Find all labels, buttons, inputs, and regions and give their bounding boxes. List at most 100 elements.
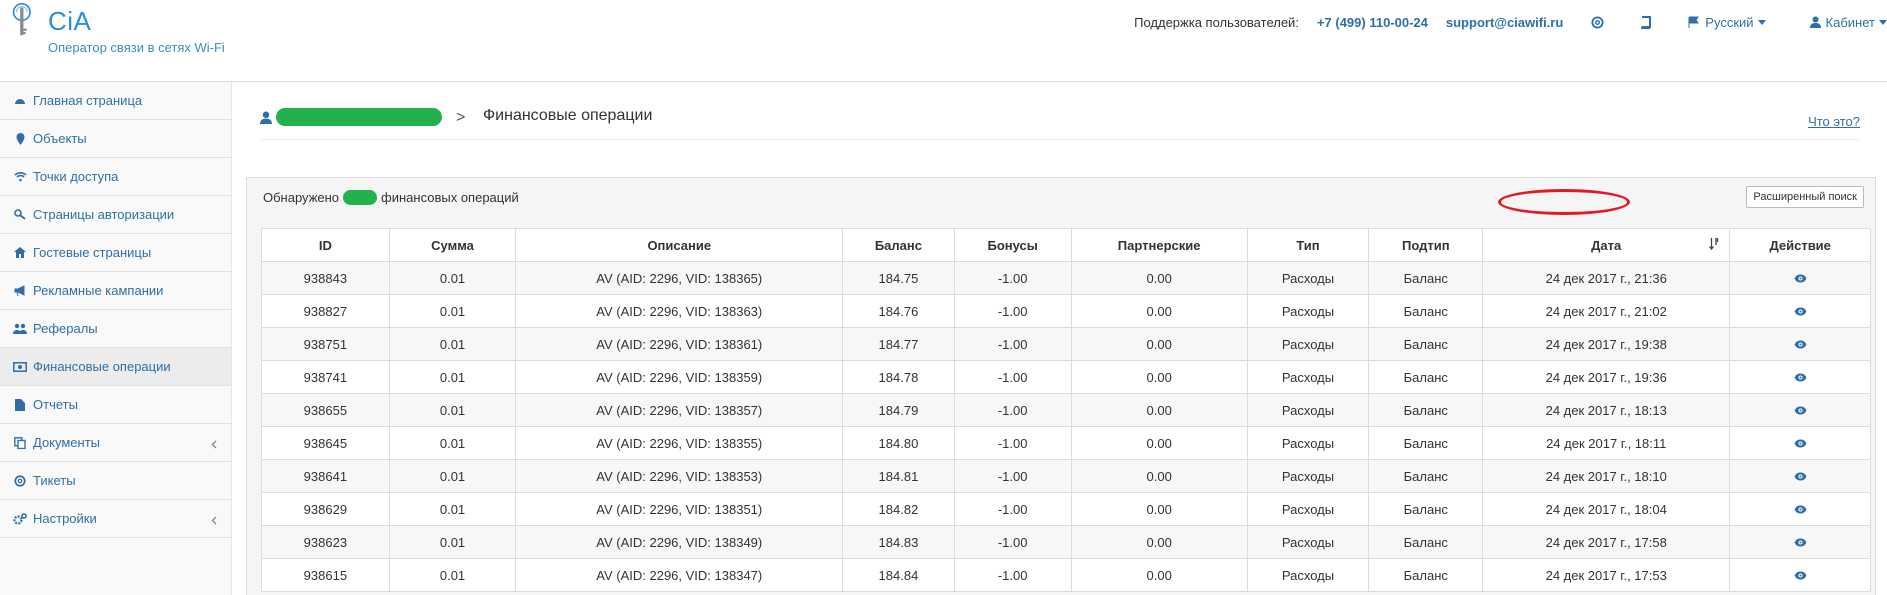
view-eye-icon[interactable] [1794, 505, 1807, 514]
bullhorn-icon [13, 284, 27, 298]
home-icon [13, 246, 27, 260]
table-cell: Расходы [1246, 393, 1370, 427]
table-row: 938615 0.01 AV (AID: 2296, VID: 138347) 184… [261, 558, 1871, 592]
table-cell: -1.00 [953, 492, 1072, 526]
table-cell: 0.00 [1070, 426, 1248, 460]
table-cell: -1.00 [953, 261, 1072, 295]
language-dropdown[interactable]: Русский [1688, 14, 1766, 30]
breadcrumb-user[interactable] [260, 108, 442, 126]
table-cell: 0.01 [388, 360, 517, 394]
table-cell: AV (AID: 2296, VID: 138365) [515, 261, 844, 295]
table-cell: Баланс [1368, 558, 1484, 592]
table-cell: 0.00 [1070, 558, 1248, 592]
sidebar-item-label: Отчеты [33, 397, 78, 412]
wifi-key-logo-icon [12, 3, 31, 36]
action-cell [1729, 261, 1871, 295]
money-icon [13, 360, 27, 374]
advanced-search-button[interactable]: Расширенный поиск [1746, 186, 1864, 208]
view-eye-icon[interactable] [1794, 406, 1807, 415]
table-row: 938645 0.01 AV (AID: 2296, VID: 138355) 184… [261, 426, 1871, 460]
table-cell: Баланс [1368, 327, 1484, 361]
column-header-label: Партнерские [1117, 237, 1201, 253]
language-label: Русский [1705, 14, 1754, 30]
what-is-this-link[interactable]: Что это? [1808, 114, 1860, 129]
table-cell: 24 дек 2017 г., 17:53 [1482, 558, 1731, 592]
table-row: 938655 0.01 AV (AID: 2296, VID: 138357) 184… [261, 393, 1871, 427]
table-cell: AV (AID: 2296, VID: 138351) [515, 492, 844, 526]
sidebar-item-lifebuoy[interactable]: Тикеты [0, 462, 231, 500]
table-cell: AV (AID: 2296, VID: 138363) [515, 294, 844, 328]
panel-header: Обнаружено финансовых операций Расширенн… [247, 178, 1875, 218]
chevron-left-icon[interactable] [211, 437, 217, 452]
column-header-label: Бонусы [987, 237, 1038, 253]
help-lifebuoy-icon[interactable] [1591, 15, 1604, 29]
table-row: 938641 0.01 AV (AID: 2296, VID: 138353) 184… [261, 459, 1871, 493]
sidebar-item-money[interactable]: Финансовые операции [0, 348, 231, 386]
table-cell: 24 дек 2017 г., 18:04 [1482, 492, 1731, 526]
action-cell [1729, 393, 1871, 427]
table-cell: 938741 [261, 360, 390, 394]
table-cell: 24 дек 2017 г., 19:36 [1482, 360, 1731, 394]
table-cell: Баланс [1368, 294, 1484, 328]
table-cell: Баланс [1368, 393, 1484, 427]
view-eye-icon[interactable] [1794, 571, 1807, 580]
table-cell: 0.00 [1070, 327, 1248, 361]
view-eye-icon[interactable] [1794, 538, 1807, 547]
sidebar-item-map-marker[interactable]: Объекты [0, 120, 231, 158]
brand-name: CiA [48, 6, 92, 36]
action-cell [1729, 294, 1871, 328]
operations-panel: Обнаружено финансовых операций Расширенн… [246, 177, 1876, 595]
sidebar-item-key[interactable]: Страницы авторизации [0, 196, 231, 234]
sidebar-item-file[interactable]: Отчеты [0, 386, 231, 424]
view-eye-icon[interactable] [1794, 439, 1807, 448]
column-header-label: Действие [1769, 237, 1831, 253]
redacted-username [276, 108, 442, 126]
sidebar-item-bullhorn[interactable]: Рекламные кампании [0, 272, 231, 310]
sidebar-item-label: Гостевые страницы [33, 245, 152, 260]
table-cell: 184.80 [842, 426, 955, 460]
table-cell: Расходы [1246, 294, 1370, 328]
cabinet-dropdown[interactable]: Кабинет [1809, 15, 1887, 30]
table-cell: 0.01 [388, 294, 517, 328]
table-cell: 0.00 [1070, 360, 1248, 394]
logo[interactable]: CiA Оператор связи в сетях Wi-Fi [0, 0, 240, 82]
redacted-count [343, 190, 378, 205]
view-eye-icon[interactable] [1794, 472, 1807, 481]
chevron-left-icon[interactable] [211, 513, 217, 528]
sort-icon[interactable] [1709, 237, 1719, 253]
sidebar-item-dashboard[interactable]: Главная страница [0, 82, 231, 120]
breadcrumb: > Финансовые операции Что это? [260, 104, 1860, 140]
table-cell: 184.76 [842, 294, 955, 328]
table-cell: 938623 [261, 525, 390, 559]
view-eye-icon[interactable] [1794, 274, 1807, 283]
column-header-label: Сумма [431, 237, 474, 253]
table-cell: Баланс [1368, 525, 1484, 559]
breadcrumb-separator: > [456, 109, 466, 126]
sidebar-item-wifi[interactable]: Точки доступа [0, 158, 231, 196]
view-eye-icon[interactable] [1794, 373, 1807, 382]
support-phone-link[interactable]: +7 (499) 110-00-24 [1317, 15, 1428, 30]
key-icon [13, 208, 27, 222]
table-cell: 0.01 [388, 393, 517, 427]
table-cell: Баланс [1368, 426, 1484, 460]
user-icon [260, 111, 272, 124]
wifi-icon [13, 170, 27, 184]
sidebar-item-cogs[interactable]: Настройки [0, 500, 231, 538]
column-header-label: Дата [1591, 237, 1622, 253]
table-cell: 24 дек 2017 г., 21:36 [1482, 261, 1731, 295]
view-eye-icon[interactable] [1794, 340, 1807, 349]
sidebar-item-copy[interactable]: Документы [0, 424, 231, 462]
view-eye-icon[interactable] [1794, 307, 1807, 316]
table-row: 938843 0.01 AV (AID: 2296, VID: 138365) 184… [261, 261, 1871, 295]
column-header[interactable]: Дата [1482, 228, 1731, 262]
sidebar: Главная страница Объекты Точки доступа Стра… [0, 82, 232, 595]
table-cell: 938641 [261, 459, 390, 493]
sidebar-item-users[interactable]: Рефералы [0, 310, 231, 348]
sidebar-item-home[interactable]: Гостевые страницы [0, 234, 231, 272]
table-cell: Баланс [1368, 492, 1484, 526]
support-email-link[interactable]: support@ciawifi.ru [1446, 15, 1563, 30]
column-header-label: Подтип [1401, 237, 1450, 253]
book-icon[interactable] [1640, 15, 1652, 29]
table-cell: 0.00 [1070, 261, 1248, 295]
sidebar-item-label: Рефералы [33, 321, 98, 336]
